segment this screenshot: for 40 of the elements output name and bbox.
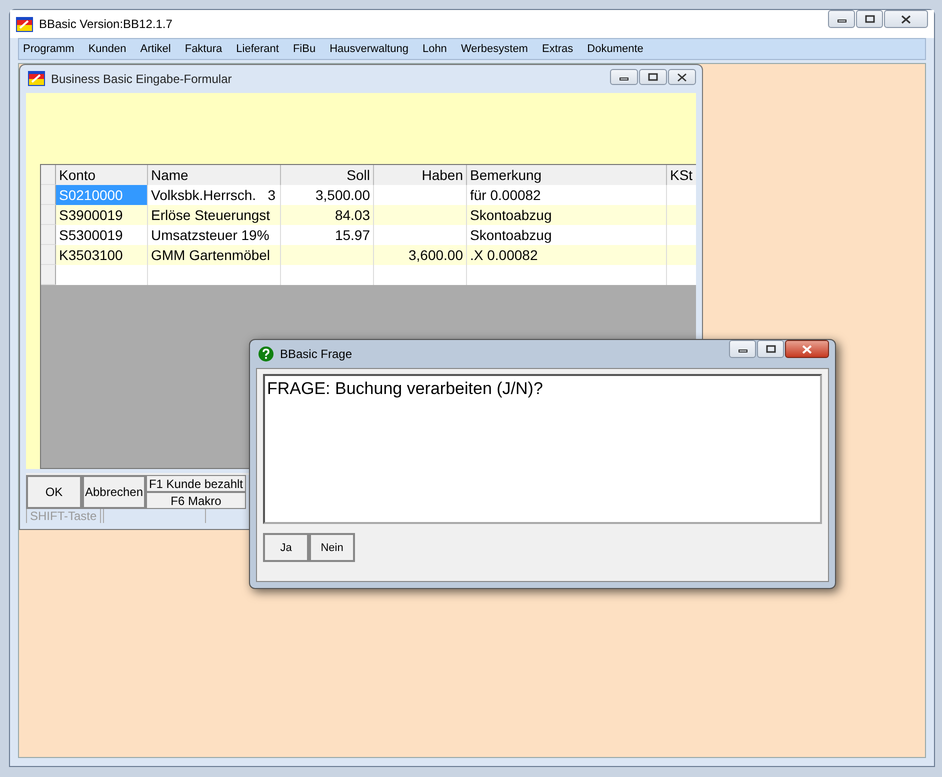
maximize-icon — [864, 15, 874, 23]
menu-item[interactable]: Extras — [542, 43, 574, 55]
minimize-button[interactable] — [610, 69, 638, 85]
function-key-button[interactable]: F1 Kunde bezahlt — [146, 475, 246, 492]
window-title: Business Basic Eingabe-Formular — [51, 72, 232, 86]
help-icon — [258, 346, 274, 362]
window-title: BBasic Version:BB12.1.7 — [39, 17, 172, 31]
close-icon — [901, 14, 911, 24]
function-key-button[interactable]: F6 Makro — [146, 492, 246, 509]
menu-item[interactable]: Faktura — [184, 43, 222, 55]
menu-item[interactable]: Artikel — [140, 43, 171, 55]
app-logo-icon — [28, 71, 45, 86]
close-button[interactable] — [884, 10, 928, 28]
close-button[interactable] — [785, 340, 829, 358]
close-button[interactable] — [668, 69, 696, 85]
menu-item[interactable]: Dokumente — [587, 43, 644, 55]
app-logo-icon — [16, 16, 33, 32]
maximize-icon — [766, 345, 776, 353]
dialog-button[interactable]: Nein — [309, 533, 355, 562]
menu-item[interactable]: Kunden — [88, 43, 126, 55]
close-icon — [802, 344, 812, 354]
maximize-button[interactable] — [757, 340, 784, 358]
maximize-button[interactable] — [639, 69, 667, 85]
minimize-button[interactable] — [828, 10, 855, 28]
menu-item[interactable]: Lohn — [422, 43, 447, 55]
question-text: FRAGE: Buchung verarbeiten (J/N)? — [267, 379, 543, 398]
menu-item[interactable]: Programm — [23, 43, 74, 55]
minimize-button[interactable] — [729, 340, 756, 358]
dialog-button[interactable]: Ja — [263, 533, 309, 562]
close-icon — [677, 72, 687, 82]
ok-button[interactable]: OK — [26, 475, 82, 509]
status-text: SHIFT-Taste — [26, 509, 101, 523]
menu-item[interactable]: FiBu — [292, 43, 316, 55]
cancel-button[interactable]: Abbrechen — [82, 475, 146, 509]
maximize-icon — [648, 73, 658, 81]
maximize-button[interactable] — [856, 10, 883, 28]
menu-item[interactable]: Lieferant — [236, 43, 279, 55]
dialog-title: BBasic Frage — [280, 347, 352, 361]
menu-item[interactable]: Hausverwaltung — [330, 43, 408, 55]
menu-item[interactable]: Werbesystem — [460, 43, 528, 55]
